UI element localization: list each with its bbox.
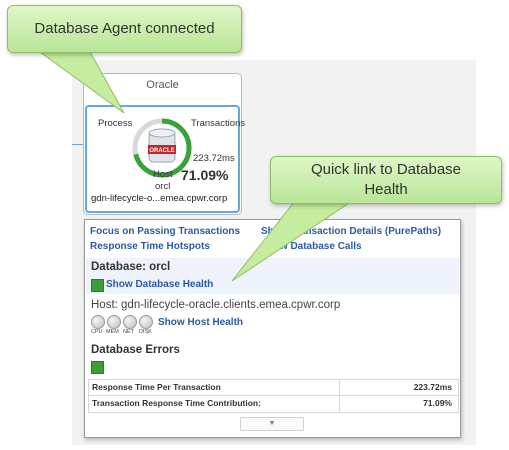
oracle-logo-text: ORACLE: [149, 148, 174, 154]
transactions-label: Transactions: [191, 118, 246, 129]
percent-value: 71.09%: [181, 167, 229, 183]
agent-connected-callout: Database Agent connected: [7, 5, 242, 53]
database-health-status-icon: [91, 279, 104, 292]
metric-label: Response Time Per Transaction: [92, 382, 221, 392]
cpu-status-icon: [91, 315, 105, 329]
time-value: 223.72ms: [193, 153, 235, 164]
transaction-details-link[interactable]: Show Transaction Details (PurePaths): [261, 226, 441, 237]
metric-label: Transaction Response Time Contribution:: [92, 398, 261, 408]
mem-label: MEM: [106, 329, 119, 335]
focus-passing-link[interactable]: Focus on Passing Transactions: [90, 226, 240, 237]
response-time-hotspots-link[interactable]: Response Time Hotspots: [90, 241, 210, 252]
metric-row-contribution: Transaction Response Time Contribution: …: [88, 395, 459, 413]
agent-node-selected[interactable]: Process Transactions ORACLE 223.72ms 71.…: [85, 105, 245, 213]
agent-details-popup: Focus on Passing Transactions Show Trans…: [84, 219, 461, 438]
database-title: Database: orcl: [91, 261, 171, 273]
database-calls-link[interactable]: Show Database Calls: [261, 241, 362, 252]
disk-label: DISK: [139, 329, 152, 335]
host-label: Host: [153, 169, 173, 180]
host-name-label: gdn-lifecycle-o...emea.cpwr.corp: [91, 193, 228, 204]
oracle-agent-card[interactable]: Oracle Process Transactions ORACLE 223.7…: [83, 73, 245, 215]
host-title: Host: gdn-lifecycle-oracle.clients.emea.…: [91, 299, 341, 311]
metric-value: 223.72ms: [413, 382, 452, 392]
database-errors-title: Database Errors: [91, 344, 180, 356]
oracle-database-icon: ORACLE: [148, 128, 176, 163]
db-label: orcl: [155, 181, 171, 192]
show-database-health-link[interactable]: Show Database Health: [106, 279, 213, 290]
show-host-health-link[interactable]: Show Host Health: [158, 317, 243, 328]
agent-card-title: Oracle: [146, 79, 179, 91]
disk-status-icon: [139, 315, 153, 329]
database-health-callout-text: Quick link to Database Health: [310, 161, 462, 198]
mem-status-icon: [107, 315, 121, 329]
database-errors-status-icon: [91, 361, 104, 374]
net-label: NET: [123, 329, 134, 335]
expand-chevron-icon[interactable]: ▼: [240, 417, 304, 431]
cpu-label: CPU: [91, 329, 103, 335]
metric-value: 71.09%: [423, 398, 452, 408]
net-status-icon: [123, 315, 137, 329]
database-health-callout: Quick link to Database Health: [270, 156, 502, 204]
database-section: Database: orcl Show Database Health: [86, 258, 459, 294]
process-label: Process: [98, 118, 133, 129]
agent-connected-callout-text: Database Agent connected: [34, 20, 215, 37]
